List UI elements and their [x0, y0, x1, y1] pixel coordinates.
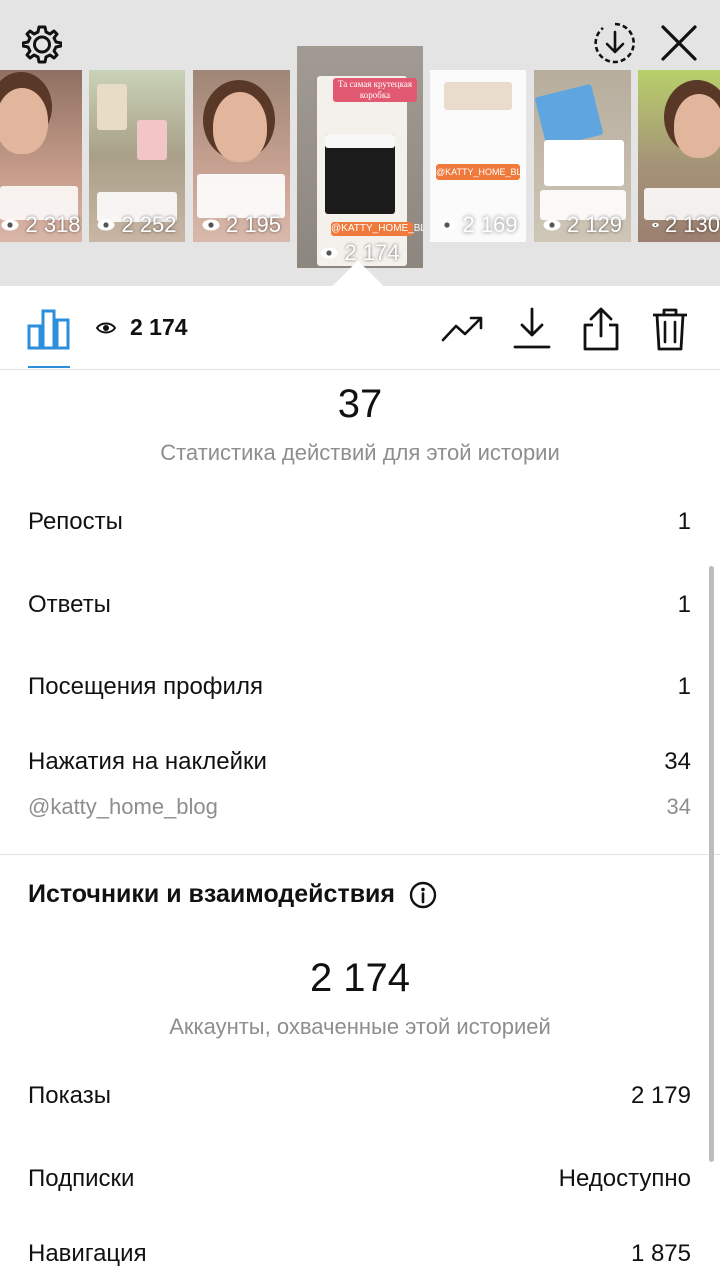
close-icon: [661, 25, 697, 61]
delete-button[interactable]: [647, 306, 693, 352]
stat-row-profile-visits: Посещения профиля 1: [28, 673, 691, 701]
stat-subrow-mention: @katty_home_blog 34: [28, 794, 691, 820]
stat-label: @katty_home_blog: [28, 794, 218, 819]
eye-icon: [543, 219, 561, 231]
stat-label: Навигация: [28, 1240, 147, 1267]
eye-icon: [652, 222, 659, 228]
actions-caption: Статистика действий для этой истории: [160, 440, 560, 465]
stat-row-navigation: Навигация 1 875: [28, 1240, 691, 1268]
stat-value: 2 179: [630, 1082, 691, 1109]
insights-tab[interactable]: [26, 308, 72, 350]
save-story-button[interactable]: [590, 18, 640, 68]
reach-caption: Аккаунты, охваченные этой историей: [169, 1014, 551, 1039]
story-views: 2 129: [534, 212, 631, 238]
eye-icon: [320, 247, 338, 259]
story-mention-tag: @KATTY_HOME_BLOG: [436, 164, 526, 180]
stat-label: Показы: [28, 1082, 111, 1109]
stat-value: 34: [664, 748, 691, 775]
insights-toolbar: 2 174: [0, 286, 720, 370]
stat-value: Недоступно: [558, 1165, 691, 1192]
info-icon[interactable]: [409, 881, 437, 909]
bar-chart-icon: [27, 309, 70, 350]
story-thumbnail[interactable]: 2 129: [534, 70, 631, 242]
eye-icon: [202, 219, 220, 231]
stat-value: 34: [666, 794, 691, 819]
active-tab-indicator: [28, 366, 70, 368]
trending-icon: [441, 316, 483, 342]
stat-row-replies: Ответы 1: [28, 591, 691, 619]
story-thumbnail[interactable]: 2 195: [193, 70, 290, 242]
story-thumbnail-selected[interactable]: Та самая крутецкая коробка @KATTY_HOME_B…: [297, 46, 423, 268]
stat-row-follows: Подписки Недоступно: [28, 1165, 691, 1193]
story-views: 2 195: [193, 212, 290, 238]
story-thumbnail[interactable]: 2 130: [638, 70, 720, 242]
story-thumbnail[interactable]: @KATTY_HOME_BLOG 2 169: [430, 70, 526, 242]
settings-button[interactable]: [18, 20, 66, 68]
eye-icon: [1, 219, 19, 231]
download-button[interactable]: [509, 306, 555, 352]
story-thumbnail[interactable]: 2 318: [0, 70, 82, 242]
actions-total: 37: [337, 382, 383, 426]
discovery-section-title: Источники и взаимодействия: [28, 880, 437, 909]
stat-row-sticker-taps: Нажатия на наклейки 34: [28, 748, 691, 776]
story-views: 2 252: [89, 212, 185, 238]
eye-icon: [438, 219, 456, 231]
story-thumbnail[interactable]: 2 252: [89, 70, 185, 242]
views-count: 2 174: [96, 314, 188, 341]
eye-icon: [96, 322, 116, 333]
reach-total: 2 174: [309, 956, 411, 1000]
download-icon: [513, 307, 551, 349]
stat-value: 1: [677, 673, 691, 700]
story-carousel-area: 2 318 2 252 2 195 Та самая крутецкая кор…: [0, 0, 720, 286]
stat-value: 1: [677, 508, 691, 535]
share-icon: [583, 307, 619, 351]
stat-label: Ответы: [28, 591, 111, 618]
stat-label: Подписки: [28, 1165, 135, 1192]
story-caption-box: Та самая крутецкая коробка: [333, 78, 417, 102]
story-views: 2 318: [0, 212, 82, 238]
promote-button[interactable]: [440, 306, 486, 352]
story-views: 2 169: [430, 212, 526, 238]
story-views: 2 130: [638, 212, 720, 238]
gear-icon: [22, 25, 62, 64]
stat-row-shares: Репосты 1: [28, 508, 691, 536]
stat-value: 1: [677, 591, 691, 618]
stat-label: Репосты: [28, 508, 123, 535]
share-button[interactable]: [578, 306, 624, 352]
trash-icon: [653, 308, 687, 351]
section-divider: [0, 854, 720, 855]
stat-label: Нажатия на наклейки: [28, 748, 267, 775]
close-button[interactable]: [654, 18, 704, 68]
story-mention-tag: @KATTY_HOME_BLOG: [331, 222, 423, 236]
stat-label: Посещения профиля: [28, 673, 263, 700]
scrollbar[interactable]: [709, 566, 714, 1162]
download-circle-icon: [594, 22, 635, 64]
stat-row-impressions: Показы 2 179: [28, 1082, 691, 1110]
eye-icon: [97, 219, 115, 231]
stat-value: 1 875: [630, 1240, 691, 1267]
